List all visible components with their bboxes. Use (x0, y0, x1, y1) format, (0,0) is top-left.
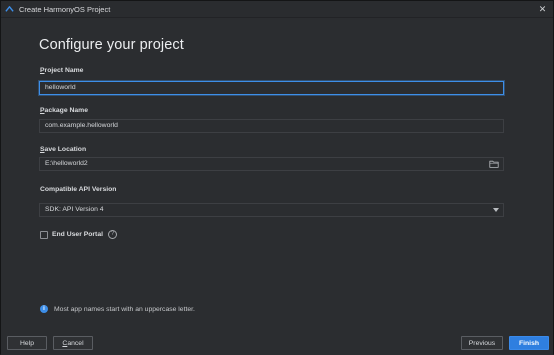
window-title: Create HarmonyOS Project (19, 4, 111, 14)
help-button-label: Help (20, 339, 34, 347)
hint-text: Most app names start with an uppercase l… (54, 305, 195, 313)
package-name-input[interactable]: com.example.helloworld (39, 119, 504, 133)
compatible-api-label: Compatible API Version (40, 186, 117, 193)
folder-icon[interactable] (489, 159, 499, 169)
package-name-label: Package Name (40, 107, 88, 114)
title-bar: Create HarmonyOS Project ✕ (1, 1, 553, 18)
finish-button-label: Finish (518, 339, 539, 347)
end-user-portal-row: End User Portal ? (40, 230, 117, 239)
help-button[interactable]: Help (7, 336, 47, 350)
end-user-portal-checkbox[interactable] (40, 230, 48, 239)
package-name-value: com.example.helloworld (45, 122, 118, 129)
previous-button[interactable]: Previous (461, 336, 503, 350)
info-icon: i (40, 305, 48, 313)
end-user-portal-label[interactable]: End User Portal (52, 231, 103, 238)
chevron-down-icon (493, 208, 499, 212)
close-icon: ✕ (538, 4, 547, 14)
harmonyos-logo-icon (5, 5, 14, 12)
hint-row: i Most app names start with an uppercase… (40, 305, 195, 313)
save-location-label: Save Location (40, 146, 86, 153)
project-name-label-text: roject Name (44, 67, 84, 74)
project-name-value: helloworld (45, 84, 76, 91)
close-button[interactable]: ✕ (536, 3, 549, 16)
create-project-dialog: Create HarmonyOS Project ✕ Configure you… (0, 0, 554, 355)
cancel-button[interactable]: Cancel (53, 336, 93, 350)
help-icon[interactable]: ? (108, 230, 117, 239)
project-name-label: Project Name (40, 67, 83, 74)
save-location-value: E:\helloworld2 (45, 160, 88, 167)
save-location-label-text: ave Location (44, 146, 87, 153)
compatible-api-value: SDK: API Version 4 (45, 206, 104, 213)
save-location-input[interactable]: E:\helloworld2 (39, 157, 504, 171)
package-name-label-text: ackage Name (44, 107, 88, 114)
previous-button-label: Previous (468, 339, 496, 347)
info-icon-glyph: i (43, 306, 45, 312)
compatible-api-select[interactable]: SDK: API Version 4 (39, 203, 504, 217)
cancel-button-label: ancel (67, 339, 84, 347)
dialog-footer: Help Cancel Previous Finish (1, 327, 553, 355)
page-title: Configure your project (39, 37, 184, 53)
help-icon-glyph: ? (110, 231, 115, 237)
finish-button[interactable]: Finish (509, 336, 549, 350)
project-name-input[interactable]: helloworld (39, 81, 504, 95)
